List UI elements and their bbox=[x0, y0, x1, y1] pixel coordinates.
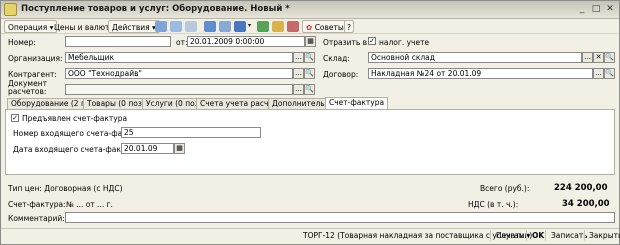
movements-icon[interactable] bbox=[257, 21, 269, 32]
copy-icon[interactable] bbox=[170, 21, 182, 32]
vat-label: НДС (в т. ч.): bbox=[468, 200, 519, 209]
divider bbox=[490, 230, 491, 241]
tab-invoice[interactable]: Счет-фактура bbox=[325, 97, 389, 109]
help-label: ? bbox=[347, 23, 351, 32]
invoice-label: Счет-фактура: bbox=[8, 200, 66, 209]
edit-icon[interactable] bbox=[185, 21, 197, 32]
number-input[interactable] bbox=[65, 36, 171, 47]
title-bar: Поступление товаров и услуг: Оборудовани… bbox=[1, 1, 619, 19]
settlement-doc-label: Документ расчетов: bbox=[8, 80, 47, 96]
maximize-icon[interactable]: □ bbox=[590, 4, 602, 15]
minimize-icon[interactable]: _ bbox=[576, 4, 588, 15]
invoice-tab-panel: ✓ Предъявлен счет-фактура Номер входящег… bbox=[5, 109, 615, 175]
contract-label: Договор: bbox=[323, 70, 359, 79]
structure-dropdown-icon[interactable]: ▾ bbox=[248, 22, 251, 29]
invoice-link[interactable]: № ... от ... г. bbox=[66, 200, 113, 209]
divider bbox=[545, 230, 546, 241]
settlement-doc-select-button[interactable]: ... bbox=[293, 84, 304, 95]
contractor-input[interactable]: ООО "Технодрайв" bbox=[65, 68, 293, 79]
settlement-doc-input[interactable] bbox=[65, 84, 293, 95]
total-label: Всего (руб.): bbox=[480, 184, 530, 193]
help-button[interactable]: ? bbox=[344, 20, 354, 33]
tax-accounting-checkbox[interactable]: ✓ bbox=[368, 37, 376, 45]
warehouse-input[interactable]: Основной склад bbox=[368, 52, 582, 63]
organization-select-button[interactable]: ... bbox=[293, 52, 304, 63]
contractor-select-button[interactable]: ... bbox=[293, 68, 304, 79]
structure-icon[interactable] bbox=[234, 21, 246, 32]
add-icon[interactable] bbox=[155, 21, 167, 32]
operation-label: Операция bbox=[8, 23, 48, 32]
warehouse-open-icon[interactable]: 🔍 bbox=[604, 52, 615, 63]
organization-label: Организация: bbox=[8, 54, 63, 63]
contractor-label: Контрагент: bbox=[8, 70, 57, 79]
advice-button[interactable]: ✿ Советы bbox=[302, 20, 348, 33]
incoming-number-input[interactable]: 25 bbox=[121, 127, 261, 138]
post-icon[interactable] bbox=[219, 21, 231, 32]
dt-kt-icon[interactable] bbox=[272, 21, 284, 32]
warehouse-label: Склад: bbox=[323, 54, 350, 63]
date-input[interactable]: 20.01.2009 0:00:00 bbox=[187, 36, 305, 47]
divider bbox=[526, 230, 527, 241]
settlement-doc-label-line2: расчетов: bbox=[8, 87, 47, 96]
contract-select-button[interactable]: ... bbox=[593, 68, 604, 79]
print-label: Печать bbox=[496, 231, 525, 240]
calendar-icon[interactable]: ▦ bbox=[305, 36, 316, 47]
invoice-presented-label: Предъявлен счет-фактура bbox=[22, 114, 128, 123]
window-title: Поступление товаров и услуг: Оборудовани… bbox=[21, 4, 290, 14]
comment-input[interactable] bbox=[65, 212, 615, 223]
comment-label: Комментарий: bbox=[8, 214, 65, 223]
report-icon[interactable] bbox=[287, 21, 299, 32]
document-icon bbox=[4, 3, 17, 16]
contract-input[interactable]: Накладная №24 от 20.01.09 bbox=[368, 68, 593, 79]
total-value: 224 200,00 bbox=[554, 183, 608, 193]
date-from-label: от: bbox=[176, 38, 188, 47]
vat-value: 34 200,00 bbox=[562, 199, 610, 209]
price-type-link[interactable]: Тип цен: Договорная (с НДС) bbox=[8, 184, 123, 193]
warehouse-clear-icon[interactable]: ✕ bbox=[593, 52, 604, 63]
advice-label: Советы bbox=[314, 23, 344, 32]
number-label: Номер: bbox=[8, 38, 36, 47]
actions-menu-button[interactable]: Действия ▾ bbox=[108, 20, 160, 33]
document-window: Поступление товаров и услуг: Оборудовани… bbox=[0, 0, 620, 245]
reflect-label: Отразить в: bbox=[323, 38, 370, 47]
tax-accounting-label: налог. учете bbox=[379, 38, 430, 47]
organization-input[interactable]: Мебельщик bbox=[65, 52, 293, 63]
actions-label: Действия bbox=[112, 23, 150, 32]
advice-icon: ✿ bbox=[306, 23, 313, 32]
close-button[interactable]: Закрыть bbox=[585, 230, 620, 242]
contractor-open-icon[interactable]: 🔍 bbox=[304, 68, 315, 79]
invoice-presented-checkbox[interactable]: ✓ bbox=[11, 114, 19, 122]
close-icon[interactable]: ✕ bbox=[604, 4, 616, 15]
toolbar: Операция ▾ Цены и валюта... Действия ▾ ▾… bbox=[1, 19, 619, 34]
organization-open-icon[interactable]: 🔍 bbox=[304, 52, 315, 63]
tab-goods[interactable]: Товары (0 поз.) bbox=[83, 98, 152, 109]
warehouse-select-button[interactable]: ... bbox=[582, 52, 593, 63]
find-icon[interactable] bbox=[204, 21, 216, 32]
incoming-date-calendar-icon[interactable]: ▦ bbox=[174, 143, 185, 154]
settlement-doc-open-icon[interactable]: 🔍 bbox=[304, 84, 315, 95]
incoming-date-input[interactable]: 20.01.09 bbox=[121, 143, 174, 154]
contract-open-icon[interactable]: 🔍 bbox=[604, 68, 615, 79]
